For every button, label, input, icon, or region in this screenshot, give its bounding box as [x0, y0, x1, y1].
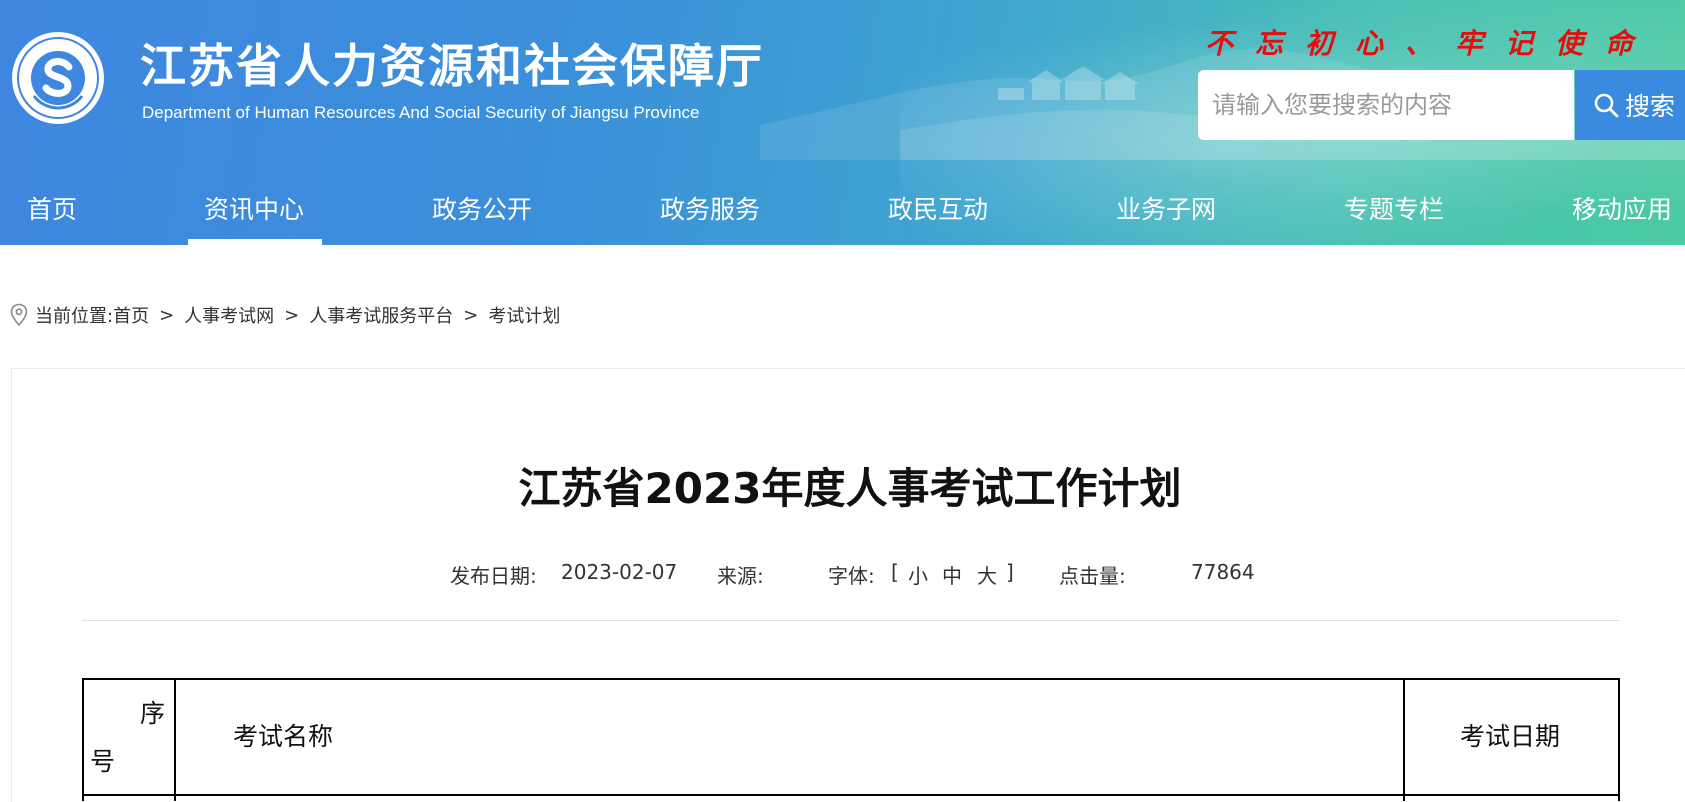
breadcrumb-separator: > — [159, 304, 175, 326]
location-pin-icon — [10, 303, 28, 327]
hrss-emblem-icon[interactable] — [12, 32, 104, 124]
table-column-divider — [174, 680, 176, 801]
breadcrumb-separator: > — [463, 304, 479, 326]
nav-item-topics[interactable]: 专题专栏 — [1344, 180, 1444, 245]
meta-divider — [82, 620, 1619, 621]
publish-date: 2023-02-07 — [561, 560, 678, 584]
table-header-exam-name: 考试名称 — [233, 722, 334, 751]
table-column-divider — [1403, 680, 1405, 801]
search-button-label: 搜索 — [1624, 92, 1675, 121]
publish-date-label: 发布日期: — [450, 564, 537, 588]
nav-item-news-center[interactable]: 资讯中心 — [204, 180, 304, 245]
nav-item-subsites[interactable]: 业务子网 — [1116, 180, 1216, 245]
nav-item-mobile[interactable]: 移动应用 — [1572, 180, 1672, 245]
breadcrumb-link-exam-platform[interactable]: 人事考试服务平台 — [309, 302, 453, 328]
main-nav: 首页 资讯中心 政务公开 政务服务 政民互动 业务子网 专题专栏 移动应用 — [0, 180, 1685, 245]
slogan-text: 不忘初心、牢记使命 — [1205, 27, 1656, 60]
nav-item-gov-open[interactable]: 政务公开 — [432, 180, 532, 245]
table-header-seq-part2: 号 — [90, 747, 116, 776]
site-subtitle: Department of Human Resources And Social… — [142, 103, 700, 122]
search-input[interactable] — [1198, 70, 1574, 140]
nav-item-interaction[interactable]: 政民互动 — [888, 180, 988, 245]
site-title: 江苏省人力资源和社会保障厅 — [140, 39, 764, 93]
font-size-medium-button[interactable]: 中 — [942, 560, 962, 590]
table-header-exam-date: 考试日期 — [1460, 722, 1561, 751]
source-label: 来源: — [717, 564, 764, 588]
breadcrumb-current[interactable]: 考试计划 — [488, 302, 560, 328]
search-icon — [1594, 93, 1619, 118]
table-row-divider — [84, 794, 1618, 796]
views-label: 点击量: — [1059, 564, 1126, 588]
search-button[interactable]: 搜索 — [1575, 70, 1685, 140]
nav-item-home[interactable]: 首页 — [27, 180, 77, 245]
font-size-small-button[interactable]: 小 — [908, 560, 928, 590]
breadcrumb-separator: > — [284, 304, 300, 326]
breadcrumb: 当前位置: 首页 > 人事考试网 > 人事考试服务平台 > 考试计划 — [10, 302, 560, 328]
views-count: 77864 — [1191, 560, 1255, 584]
breadcrumb-prefix: 当前位置: — [35, 306, 114, 327]
font-size-large-button[interactable]: 大 — [977, 560, 997, 590]
font-size-label: 字体: — [828, 564, 875, 588]
breadcrumb-link-home[interactable]: 首页 — [113, 302, 149, 328]
article-title: 江苏省2023年度人事考试工作计划 — [518, 464, 1182, 513]
font-size-bracket-open: [ — [891, 560, 899, 584]
breadcrumb-link-exam-site[interactable]: 人事考试网 — [184, 302, 274, 328]
nav-item-gov-service[interactable]: 政务服务 — [660, 180, 760, 245]
nav-active-indicator — [188, 239, 322, 245]
table-header-seq-part1: 序 — [140, 699, 166, 728]
font-size-bracket-close: ] — [1006, 560, 1014, 584]
exam-plan-table: 序 号 考试名称 考试日期 — [82, 678, 1620, 801]
